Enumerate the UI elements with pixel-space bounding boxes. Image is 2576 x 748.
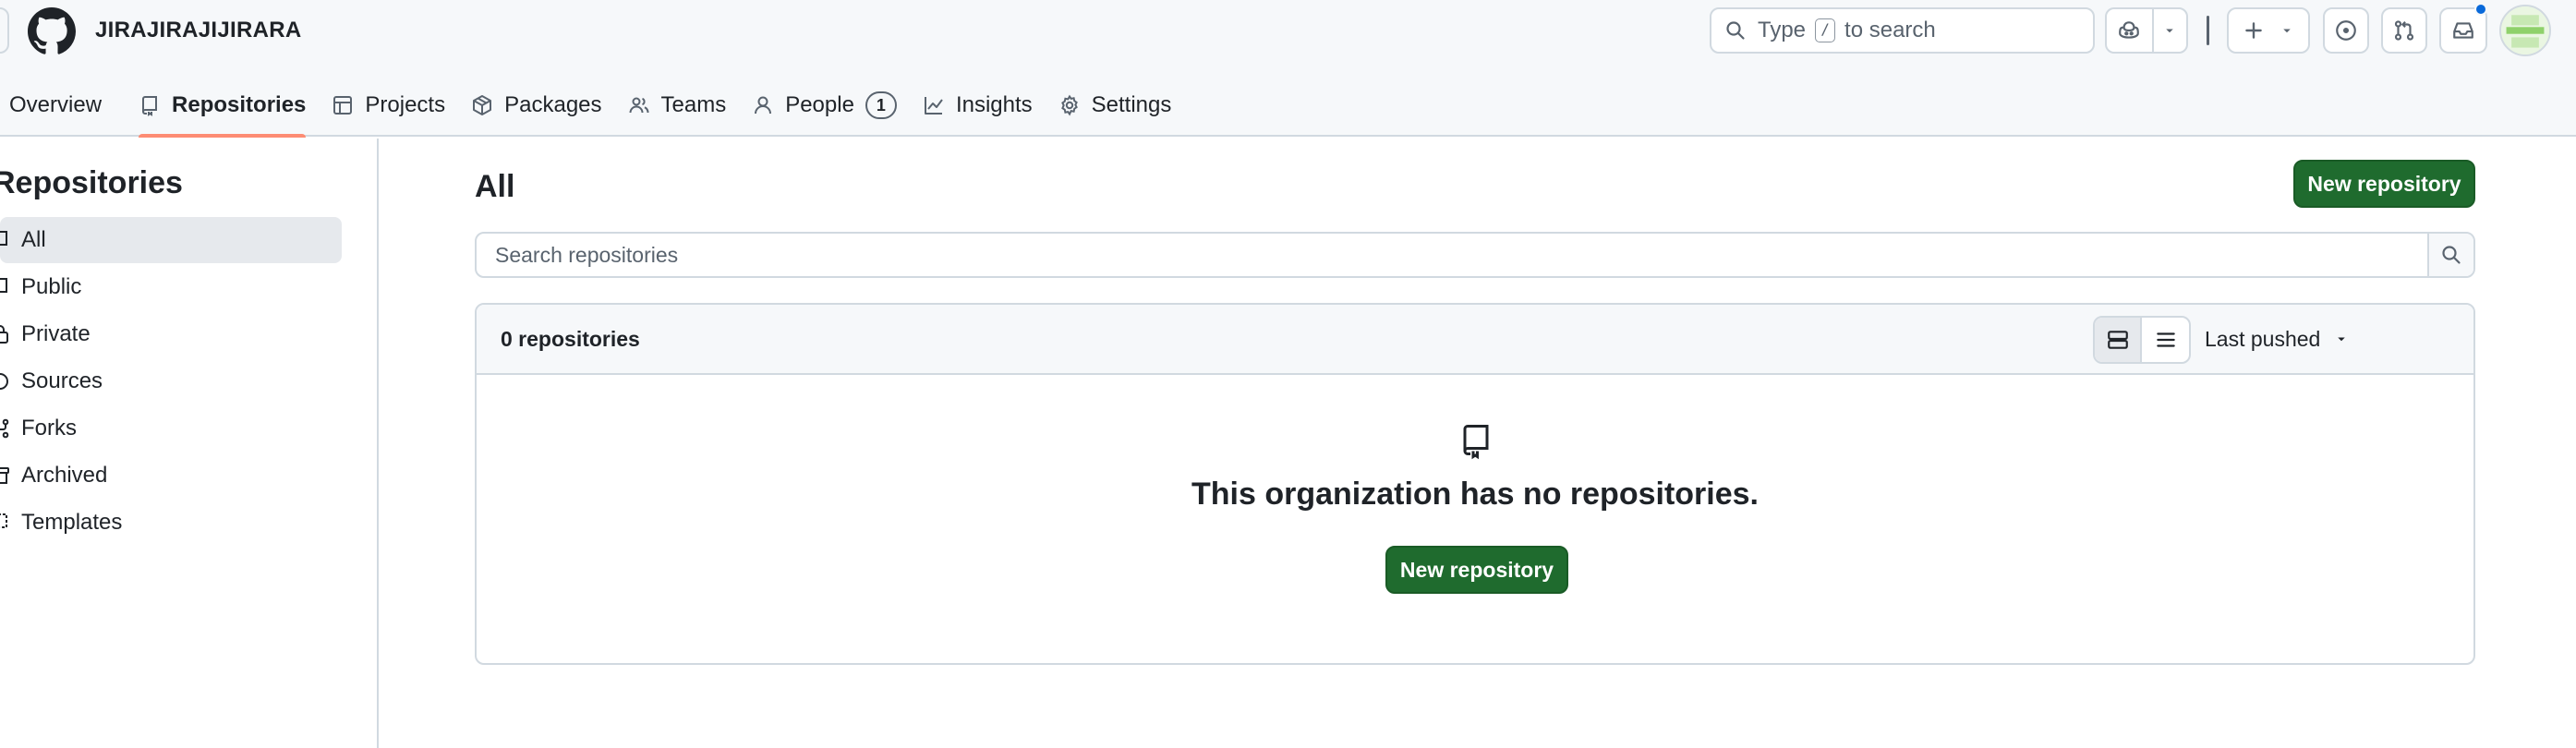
tab-repositories[interactable]: Repositories <box>126 74 319 138</box>
people-icon <box>629 97 649 114</box>
card-view-button[interactable] <box>2095 318 2143 362</box>
notification-indicator <box>2474 3 2487 16</box>
org-nav: Overview Repositories Projects Packages … <box>0 74 1185 138</box>
issue-opened-icon <box>2336 20 2356 41</box>
repo-search-bar <box>475 232 2475 278</box>
sort-label: Last pushed <box>2205 326 2321 351</box>
repo-template-icon <box>0 513 7 528</box>
code-icon <box>0 373 8 390</box>
triangle-down-icon <box>2283 29 2291 33</box>
sidebar-item-archived[interactable]: Archived <box>0 452 342 499</box>
tab-label: Packages <box>504 92 602 117</box>
sidebar-item-label: Templates <box>21 510 123 535</box>
search-hint-before: Type <box>1758 18 1807 42</box>
org-name[interactable]: JIRAJIRAJIJIRARA <box>95 16 302 45</box>
person-icon <box>755 96 772 115</box>
header-divider <box>2207 16 2209 45</box>
issues-button[interactable] <box>2323 7 2369 54</box>
sort-dropdown[interactable]: Last pushed <box>2170 321 2350 356</box>
search-hint-after: to search <box>1844 18 1936 42</box>
repo-count: 0 repositories <box>501 327 640 351</box>
sidebar-item-label: Public <box>21 274 82 299</box>
tab-label: Insights <box>955 92 1033 117</box>
copilot-button[interactable] <box>2107 9 2154 52</box>
archive-icon <box>0 467 9 484</box>
user-avatar[interactable] <box>2499 5 2551 56</box>
view-toggle <box>2093 316 2191 364</box>
tab-settings[interactable]: Settings <box>1046 74 1185 137</box>
tab-people[interactable]: People 1 <box>739 74 910 137</box>
tab-label: Settings <box>1091 92 1172 117</box>
sidebar-item-label: Private <box>21 321 91 346</box>
repo-icon <box>0 278 7 293</box>
sidebar-item-forks[interactable]: Forks <box>0 405 342 452</box>
tab-teams[interactable]: Teams <box>615 74 740 137</box>
global-search[interactable]: Type / to search <box>1710 7 2095 54</box>
sidebar-item-label: All <box>21 227 46 252</box>
tab-label: People <box>785 92 854 117</box>
package-icon <box>473 95 492 115</box>
copilot-icon <box>2119 21 2140 39</box>
repo-list-header: 0 repositories Last pushed <box>477 305 2473 375</box>
triangle-down-icon <box>2338 337 2346 342</box>
sidebar-item-label: Archived <box>21 463 108 488</box>
search-icon <box>2442 246 2461 264</box>
search-shortcut-key: / <box>1815 18 1836 42</box>
app-root: JIRAJIRAJIJIRARA Type / to search Overvi… <box>0 0 2576 748</box>
sidebar-item-sources[interactable]: Sources <box>0 358 342 404</box>
tab-projects[interactable]: Projects <box>319 74 458 137</box>
repo-icon <box>142 96 158 116</box>
sidebar-item-templates[interactable]: Templates <box>0 500 342 546</box>
repo-icon <box>1463 425 1489 460</box>
table-icon <box>333 96 353 115</box>
empty-state-message: This organization has no repositories. <box>1191 477 1759 512</box>
repositories-sidebar: Repositories All Public Private Sources … <box>0 139 379 748</box>
new-repository-button[interactable]: New repository <box>2293 160 2475 208</box>
copilot-button-group <box>2105 7 2188 54</box>
triangle-down-icon <box>2166 29 2174 33</box>
tab-label: Projects <box>365 92 446 117</box>
list-view-button[interactable] <box>2142 318 2189 362</box>
gear-icon <box>1060 94 1078 116</box>
empty-state-new-repository-button[interactable]: New repository <box>1385 546 1568 594</box>
tab-insights[interactable]: Insights <box>910 74 1046 137</box>
github-logo-icon[interactable] <box>28 7 76 55</box>
tab-packages[interactable]: Packages <box>458 74 614 137</box>
repo-search-input[interactable] <box>477 234 2427 276</box>
sidebar-item-label: Forks <box>21 416 77 440</box>
copilot-dropdown-button[interactable] <box>2154 9 2186 52</box>
repo-filter-list: All Public Private Sources Forks Archive… <box>0 217 342 547</box>
identicon-icon <box>2501 6 2549 54</box>
org-header: JIRAJIRAJIJIRARA Type / to search Overvi… <box>0 0 2576 138</box>
repo-search-button[interactable] <box>2427 234 2473 276</box>
plus-icon <box>2245 22 2262 39</box>
sidebar-item-public[interactable]: Public <box>0 264 342 310</box>
git-pull-request-icon <box>2394 20 2414 41</box>
repo-icon <box>0 231 7 246</box>
search-icon <box>1726 21 1745 40</box>
menu-button[interactable] <box>0 7 9 54</box>
tab-overview[interactable]: Overview <box>0 74 115 137</box>
tab-label: Overview <box>9 92 103 117</box>
inbox-icon <box>2453 22 2473 39</box>
lock-icon <box>0 325 8 344</box>
sidebar-item-private[interactable]: Private <box>0 311 342 357</box>
create-new-button[interactable] <box>2227 7 2310 54</box>
rows-icon <box>2107 331 2128 349</box>
repo-forked-icon <box>0 418 9 439</box>
tab-label: Teams <box>660 92 727 117</box>
list-unordered-icon <box>2156 332 2175 347</box>
page-title: All <box>475 169 515 204</box>
graph-icon <box>924 97 943 115</box>
sidebar-title: Repositories <box>0 165 183 200</box>
sidebar-item-all[interactable]: All <box>0 217 342 263</box>
tab-label: Repositories <box>172 92 307 117</box>
repo-list-box: 0 repositories Last pushed This organiza… <box>475 303 2475 665</box>
pull-requests-button[interactable] <box>2381 7 2427 54</box>
people-count-badge: 1 <box>865 91 897 119</box>
sidebar-item-label: Sources <box>21 368 103 393</box>
